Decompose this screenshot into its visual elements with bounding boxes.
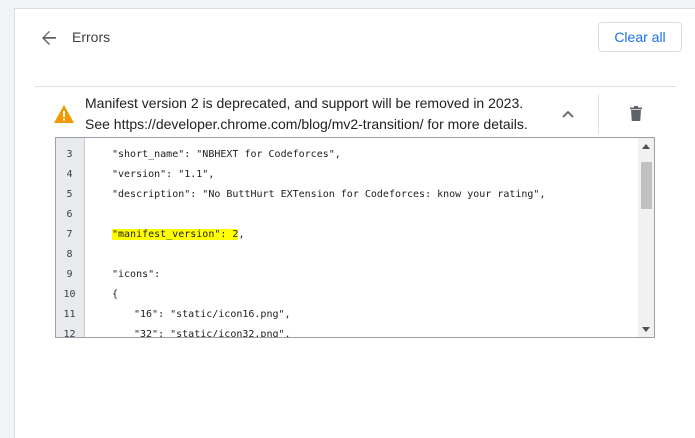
line-number: 7 [66,229,73,240]
line-number: 9 [66,269,73,280]
code-viewer[interactable]: 3 "short_name": "NBHEXT for Codeforces", 4… [55,137,655,338]
code-scrollbar[interactable] [638,138,654,337]
error-highlight: "manifest_version": 2 [112,229,239,240]
arrow-up-icon [642,143,650,149]
code-line: 11 "16": "static/icon16.png", [56,305,638,325]
page-title: Errors [72,29,111,45]
line-number: 4 [66,169,73,180]
code-line: 10 { [56,285,638,305]
clear-all-button[interactable]: Clear all [598,22,682,52]
arrow-back-icon [42,31,56,45]
trash-icon [630,105,642,121]
line-number: 6 [66,209,73,220]
line-number: 3 [66,149,73,160]
code-line: 3 "short_name": "NBHEXT for Codeforces", [56,145,638,165]
code-line: 9 "icons": [56,265,638,285]
back-button[interactable] [37,26,61,50]
code-text: "16": "static/icon16.png", [134,309,291,320]
extensions-page: Errors Clear all Manifest version 2 is d… [0,0,695,438]
line-number: 8 [66,249,73,260]
chevron-up-icon [562,110,574,118]
line-number: 12 [63,329,76,338]
code-line: 7 "manifest_version": 2, [56,225,638,245]
scroll-thumb[interactable] [641,162,652,209]
arrow-down-icon [642,326,650,332]
code-line: 6 [56,205,638,225]
highlighted-code-text: "manifest_version": 2, [112,225,244,245]
action-separator [598,94,599,134]
code-text: "32": "static/icon32.png", [134,329,291,338]
line-number: 5 [66,189,73,200]
line-number: 10 [63,289,76,300]
code-text: { [112,289,119,300]
header-divider [35,86,676,87]
collapse-button[interactable] [556,102,580,126]
scroll-down-button[interactable] [638,321,654,337]
warning-icon [54,105,74,123]
code-line: 12 "32": "static/icon32.png", [56,325,638,338]
code-text: "version": "1.1", [112,169,215,180]
code-line: 5 "description": "No ButtHurt EXTension f… [56,185,638,205]
code-text: "description": "No ButtHurt EXTension fo… [112,189,546,200]
code-line: 8 [56,245,638,265]
code-line: 4 "version": "1.1", [56,165,638,185]
errors-card: Errors Clear all Manifest version 2 is d… [14,8,695,438]
scroll-up-button[interactable] [638,138,654,154]
error-message: Manifest version 2 is deprecated, and su… [85,95,528,132]
code-text: "short_name": "NBHEXT for Codeforces", [112,149,341,160]
delete-error-button[interactable] [624,101,648,125]
code-text: "icons": [112,269,161,280]
line-number: 11 [63,309,76,320]
code-suffix: , [238,229,245,240]
